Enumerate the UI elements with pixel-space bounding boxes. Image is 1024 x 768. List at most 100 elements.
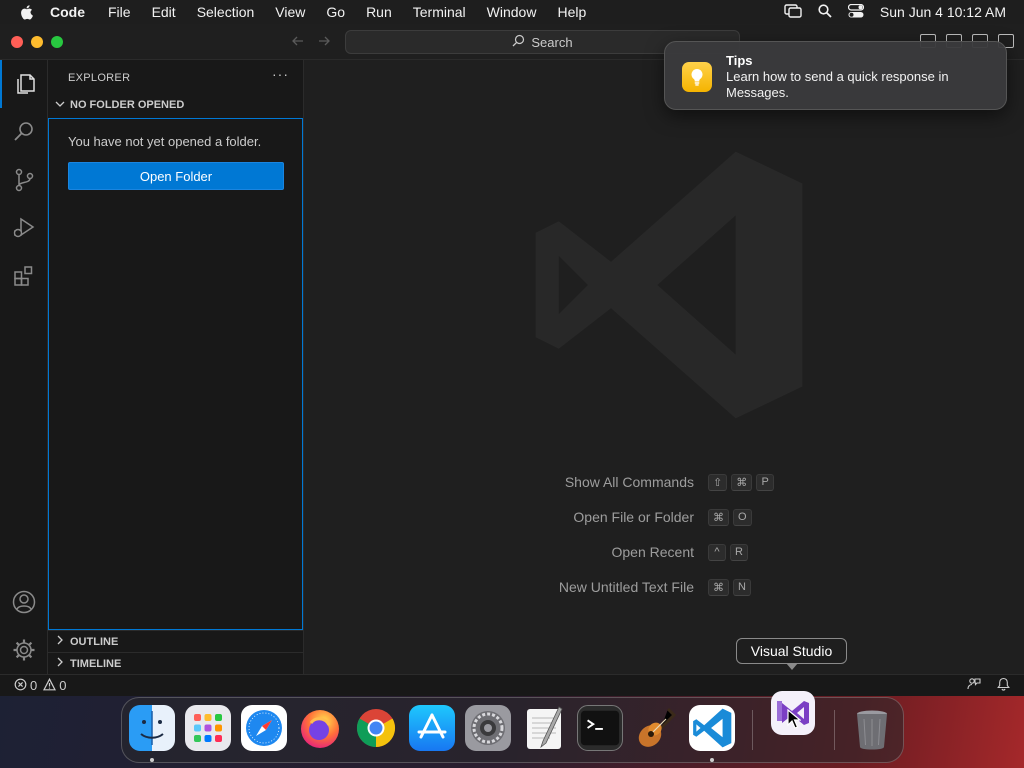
notification-body: Learn how to send a quick response in Me…	[726, 69, 949, 100]
shortcut-row[interactable]: New Untitled Text File ⌘ N	[304, 577, 1024, 597]
window-close-button[interactable]	[11, 36, 23, 48]
kbd-key: R	[730, 543, 748, 561]
garageband-app-icon[interactable]	[633, 705, 679, 751]
kbd-key: P	[756, 473, 775, 491]
shortcut-keys: ^ R	[708, 543, 748, 561]
search-icon	[512, 34, 525, 50]
section-title: NO FOLDER OPENED	[70, 99, 185, 111]
forward-arrow-icon[interactable]	[315, 32, 333, 50]
safari-app-icon[interactable]	[241, 705, 287, 751]
menu-app-name[interactable]: Code	[50, 4, 85, 20]
source-control-icon[interactable]	[0, 156, 48, 204]
shortcut-label: New Untitled Text File	[558, 579, 694, 595]
lightbulb-icon	[682, 62, 712, 92]
no-folder-section-header[interactable]: NO FOLDER OPENED	[48, 94, 303, 116]
terminal-app-icon[interactable]	[577, 705, 623, 751]
menu-edit[interactable]: Edit	[152, 4, 176, 20]
spotlight-search-icon[interactable]	[818, 3, 832, 21]
running-indicator	[710, 758, 714, 762]
kbd-key: ^	[708, 543, 726, 561]
firefox-app-icon[interactable]	[297, 705, 343, 751]
shortcut-label: Show All Commands	[564, 474, 694, 490]
no-folder-panel: You have not yet opened a folder. Open F…	[48, 118, 303, 630]
status-bar: 0 0	[0, 674, 1024, 696]
finder-app-icon[interactable]	[129, 705, 175, 751]
window-maximize-button[interactable]	[51, 36, 63, 48]
outline-section-header[interactable]: OUTLINE	[48, 630, 303, 652]
more-actions-icon[interactable]: ···	[272, 66, 289, 82]
vscode-window: Search EXPLORER ··· NO FOLDER OPENED You…	[0, 24, 1024, 696]
explorer-icon[interactable]	[0, 60, 48, 108]
vscode-app-icon[interactable]	[689, 705, 735, 751]
shortcut-row[interactable]: Show All Commands ⇧ ⌘ P	[304, 472, 1024, 492]
kbd-key: ⌘	[708, 578, 729, 596]
sidebar-title: EXPLORER	[68, 72, 131, 84]
vscode-logo-watermark	[524, 140, 814, 430]
screen-mirroring-icon[interactable]	[784, 3, 802, 21]
activity-bar	[0, 60, 48, 674]
menu-file[interactable]: File	[108, 4, 131, 20]
menu-view[interactable]: View	[275, 4, 305, 20]
shortcut-row[interactable]: Open File or Folder ⌘ O	[304, 507, 1024, 527]
menubar-clock[interactable]: Sun Jun 4 10:12 AM	[880, 4, 1006, 20]
timeline-section-header[interactable]: TIMELINE	[48, 652, 303, 674]
shortcut-label: Open File or Folder	[573, 509, 694, 525]
chevron-right-icon	[54, 634, 66, 649]
notifications-bell-icon[interactable]	[997, 677, 1010, 694]
shortcut-label: Open Recent	[611, 544, 695, 560]
dock-tooltip: Visual Studio	[736, 638, 847, 670]
apple-icon[interactable]	[16, 0, 36, 24]
timeline-label: TIMELINE	[70, 657, 122, 670]
back-arrow-icon[interactable]	[289, 32, 307, 50]
error-count: 0	[30, 678, 38, 693]
search-view-icon[interactable]	[0, 108, 48, 156]
editor-area: Show All Commands ⇧ ⌘ P Open File or Fol…	[304, 60, 1024, 674]
dock-separator	[752, 710, 753, 750]
running-indicator	[150, 758, 154, 762]
no-folder-message: You have not yet opened a folder.	[68, 134, 262, 149]
kbd-key: N	[733, 578, 751, 596]
kbd-key: ⇧	[708, 473, 728, 491]
feedback-icon[interactable]	[967, 677, 981, 694]
outline-label: OUTLINE	[70, 635, 119, 648]
explorer-sidebar: EXPLORER ··· NO FOLDER OPENED You have n…	[48, 60, 304, 674]
menu-selection[interactable]: Selection	[197, 4, 255, 20]
kbd-key: O	[733, 508, 752, 526]
warning-icon	[43, 677, 57, 694]
menu-help[interactable]: Help	[557, 4, 586, 20]
status-right-items	[967, 677, 1010, 694]
warning-count: 0	[59, 678, 67, 693]
menu-run[interactable]: Run	[366, 4, 392, 20]
menu-terminal[interactable]: Terminal	[413, 4, 466, 20]
shortcut-keys: ⇧ ⌘ P	[708, 473, 775, 491]
notification-title: Tips	[726, 53, 753, 68]
tips-notification[interactable]: Tips Learn how to send a quick response …	[664, 41, 1007, 110]
app-store-icon[interactable]	[409, 705, 455, 751]
shortcut-keys: ⌘ N	[708, 578, 751, 596]
trash-icon[interactable]	[849, 705, 895, 751]
run-and-debug-icon[interactable]	[0, 204, 48, 252]
manage-gear-icon[interactable]	[0, 626, 48, 674]
system-settings-app-icon[interactable]	[465, 705, 511, 751]
menu-window[interactable]: Window	[487, 4, 537, 20]
chrome-app-icon[interactable]	[353, 705, 399, 751]
launchpad-app-icon[interactable]	[185, 705, 231, 751]
open-folder-button[interactable]: Open Folder	[68, 162, 284, 190]
shortcut-row[interactable]: Open Recent ^ R	[304, 542, 1024, 562]
kbd-key: ⌘	[731, 473, 753, 491]
problems-indicator[interactable]: 0 0	[14, 677, 67, 694]
error-icon	[14, 678, 27, 694]
shortcut-keys: ⌘ O	[708, 508, 752, 526]
chevron-down-icon	[54, 98, 66, 113]
macos-menu-bar: Code File Edit Selection View Go Run Ter…	[0, 0, 1024, 24]
mouse-cursor-icon	[787, 708, 802, 734]
command-center-label: Search	[531, 34, 573, 50]
control-center-icon[interactable]	[847, 3, 865, 21]
extensions-icon[interactable]	[0, 252, 48, 300]
textedit-app-icon[interactable]	[521, 705, 567, 751]
dock-separator	[834, 710, 835, 750]
menu-go[interactable]: Go	[326, 4, 345, 20]
accounts-icon[interactable]	[0, 578, 48, 626]
chevron-right-icon	[54, 656, 66, 671]
window-minimize-button[interactable]	[31, 36, 43, 48]
